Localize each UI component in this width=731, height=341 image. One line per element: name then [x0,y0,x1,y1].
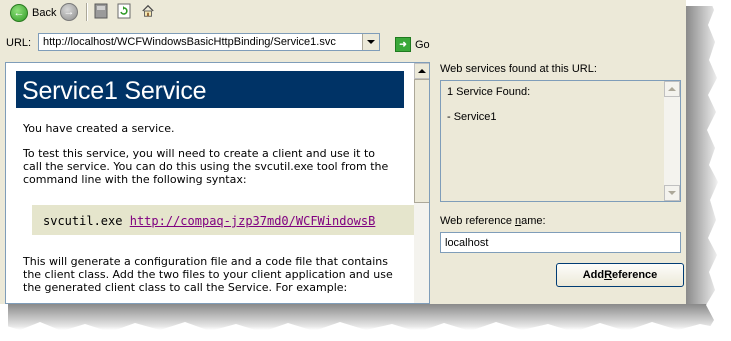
url-combobox[interactable]: http://localhost/WCFWindowsBasicHttpBind… [38,33,380,51]
home-button[interactable] [141,3,155,22]
intro-text: You have created a service. [23,122,175,135]
back-button[interactable]: ← Back [7,2,59,24]
browser-vertical-scrollbar[interactable] [414,63,429,303]
torn-edge-right [706,0,724,330]
refresh-icon [117,3,131,19]
refresh-button[interactable] [117,3,131,22]
chevron-down-icon [367,40,375,44]
wsdl-link[interactable]: http://compaq-jzp37md0/WCFWindowsB [130,214,376,228]
generate-line: the generated client class to call the S… [23,281,348,294]
instructions-line: To test this service, you will need to c… [23,147,375,160]
found-count: 1 Service Found: [447,86,531,98]
url-value[interactable]: http://localhost/WCFWindowsBasicHttpBind… [43,36,336,48]
add-reference-label: eference [612,269,658,281]
code-sample-box: svcutil.exe http://compaq-jzp37md0/WCFWi… [32,205,414,235]
arrow-up-icon [418,69,426,73]
found-service-item[interactable]: - Service1 [447,111,497,123]
web-reference-name-field[interactable] [440,232,681,253]
scroll-thumb[interactable] [414,79,429,203]
back-arrow-icon: ← [10,4,28,22]
generate-text: This will generate a configuration file … [23,255,413,294]
arrow-up-icon [668,87,676,91]
go-label: Go [415,38,430,51]
go-arrow-icon: ➜ [395,37,411,52]
toolbar: ← Back → [0,0,686,25]
url-dropdown-button[interactable] [362,34,379,50]
url-label: URL: [6,37,32,49]
add-reference-button[interactable]: Add Reference [556,263,684,287]
service-page: Service1 Service You have created a serv… [6,63,414,303]
back-label: Back [32,7,57,19]
generate-line: This will generate a configuration file … [23,255,389,268]
go-button[interactable]: ➜ Go [395,37,430,52]
service-browser-pane[interactable]: Service1 Service You have created a serv… [5,62,430,304]
instructions-text: To test this service, you will need to c… [23,147,413,186]
add-reference-hotkey: R [604,269,613,281]
instructions-line: call the service. You can do this using … [23,160,389,173]
ref-label-text: ame: [521,215,546,227]
torn-edge-bottom [0,322,731,341]
arrow-down-icon [668,191,676,195]
add-web-reference-window: ← Back → URL: http://localhost/WCFWindow… [0,0,686,304]
code-sample: svcutil.exe http://compaq-jzp37md0/WCFWi… [43,214,375,228]
instructions-line: command line with the following syntax: [23,173,247,186]
forward-button[interactable]: → [60,3,78,21]
stop-button[interactable] [94,3,108,22]
web-reference-name-input[interactable] [441,233,669,252]
found-services-label: Web services found at this URL: [440,63,597,75]
code-command: svcutil.exe [43,214,123,228]
home-icon [142,4,154,17]
forward-arrow-icon: → [60,3,78,21]
add-reference-label: Add [582,269,605,281]
found-list-scrollbar[interactable] [664,81,680,201]
generate-line: the client class. Add the two files to y… [23,268,393,281]
found-services-list[interactable]: 1 Service Found: - Service1 [440,80,681,202]
web-reference-name-label: Web reference name: [440,215,546,227]
scroll-up-button[interactable] [414,63,429,79]
scroll-down-button[interactable] [664,185,680,201]
page-title: Service1 Service [22,77,207,105]
ref-label-text: Web reference [440,215,516,227]
stop-icon [94,3,108,19]
heading-banner: Service1 Service [16,71,404,108]
scroll-up-button[interactable] [664,81,680,97]
toolbar-separator [86,3,88,21]
